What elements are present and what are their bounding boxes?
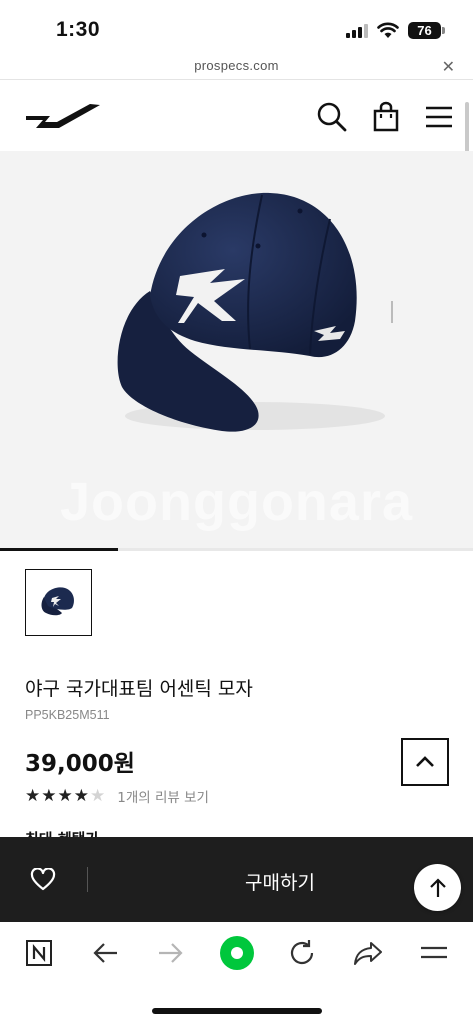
- image-progress-fill: [0, 548, 119, 551]
- review-link[interactable]: 1개의 리뷰 보기: [117, 786, 209, 806]
- product-thumbnail[interactable]: [25, 569, 92, 636]
- buy-button[interactable]: 구매하기: [0, 837, 473, 922]
- site-header: [0, 81, 473, 151]
- forward-arrow-icon[interactable]: [154, 936, 188, 970]
- chevron-up-icon: [416, 756, 434, 767]
- buy-button-label[interactable]: 구매하기: [0, 868, 473, 895]
- product-code: PP5KB25M511: [25, 708, 110, 722]
- star-icon: ★: [57, 785, 73, 806]
- menu-icon[interactable]: [417, 936, 451, 970]
- url-text[interactable]: prospecs.com: [0, 58, 473, 73]
- star-empty-icon: ★: [90, 785, 106, 806]
- purchase-bar: 구매하기: [0, 837, 473, 922]
- share-icon[interactable]: [351, 936, 385, 970]
- rating: ★ ★ ★ ★ ★ 1개의 리뷰 보기: [25, 786, 209, 806]
- green-dot-icon[interactable]: [218, 934, 256, 972]
- cap-thumbnail-icon: [41, 586, 74, 615]
- back-arrow-icon[interactable]: [88, 936, 122, 970]
- watermark: Joonggonara: [59, 472, 413, 532]
- prospecs-logo[interactable]: [24, 101, 102, 133]
- star-icon: ★: [73, 785, 89, 806]
- battery-icon: 76: [408, 22, 441, 39]
- home-indicator: [152, 1008, 322, 1014]
- url-bar[interactable]: prospecs.com ✕: [0, 54, 473, 80]
- arrow-up-icon: [429, 877, 446, 897]
- wifi-icon: [377, 22, 399, 38]
- browser-toolbar: [0, 922, 473, 984]
- star-icon: ★: [41, 785, 57, 806]
- signal-icon: [346, 24, 368, 38]
- star-rating: ★ ★ ★ ★ ★: [25, 785, 106, 806]
- scroll-top-button[interactable]: [414, 864, 461, 911]
- product-name: 야구 국가대표팀 어센틱 모자: [25, 678, 253, 700]
- close-icon[interactable]: ✕: [442, 57, 455, 76]
- naver-n-icon[interactable]: [22, 936, 56, 970]
- hamburger-menu-icon[interactable]: [423, 101, 455, 133]
- product-image[interactable]: Joonggonara: [0, 151, 473, 548]
- shopping-bag-icon[interactable]: [370, 101, 402, 133]
- status-time: 1:30: [56, 18, 101, 41]
- search-icon[interactable]: [316, 101, 348, 133]
- page: 1:30 76 prospecs.com ✕ Joonggonara 야구 국가…: [0, 0, 473, 1024]
- battery-tip: [442, 27, 445, 34]
- collapse-button[interactable]: [401, 738, 449, 786]
- status-bar: 1:30 76: [0, 0, 473, 54]
- star-icon: ★: [25, 785, 41, 806]
- image-progress-bar: [0, 548, 473, 551]
- product-price: 39,000원: [25, 751, 135, 777]
- reload-icon[interactable]: [285, 936, 319, 970]
